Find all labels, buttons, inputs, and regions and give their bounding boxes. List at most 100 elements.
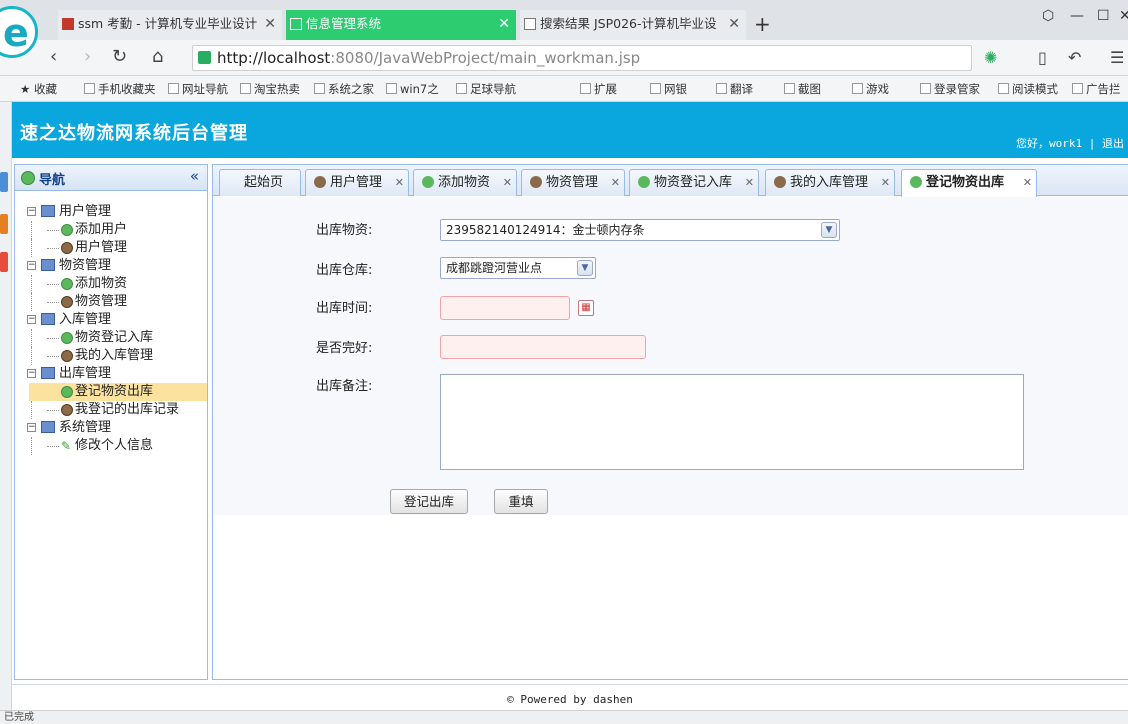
nav-group-inbound[interactable]: − 入库管理 <box>25 311 207 329</box>
add-icon <box>61 386 73 398</box>
bookmark-item[interactable]: 翻译 <box>716 81 753 97</box>
nav-item-my-inbound[interactable]: 我的入库管理 <box>25 347 207 365</box>
tab-close-icon[interactable]: ✕ <box>498 10 510 38</box>
undo-icon[interactable]: ↶ <box>1068 48 1081 67</box>
collapse-toggle-icon[interactable]: − <box>27 315 36 324</box>
nav-item-add-user[interactable]: 添加用户 <box>25 221 207 239</box>
computer-icon <box>41 421 55 433</box>
browser-tab-2[interactable]: 信息管理系统 ✕ <box>286 10 516 40</box>
tab-register-inbound[interactable]: 物资登记入库 ✕ <box>629 169 759 196</box>
back-icon[interactable]: ‹ <box>50 46 57 67</box>
material-value: 239582140124914：金士顿内存条 <box>446 223 645 237</box>
tab-close-icon[interactable]: ✕ <box>395 170 404 195</box>
close-window-icon[interactable]: ✕ <box>1119 8 1128 24</box>
collapse-toggle-icon[interactable]: − <box>27 261 36 270</box>
nav-group-system[interactable]: − 系统管理 <box>25 419 207 437</box>
collapse-toggle-icon[interactable]: − <box>27 423 36 432</box>
submit-outbound-button[interactable]: 登记出库 <box>390 489 468 514</box>
computer-icon <box>41 367 55 379</box>
add-icon <box>910 176 922 188</box>
bookmark-item[interactable]: 系统之家 <box>314 81 374 97</box>
nav-item-user-manage[interactable]: 用户管理 <box>25 239 207 257</box>
bookmark-item[interactable]: 扩展 <box>580 81 617 97</box>
nav-item-label: 添加物资 <box>75 276 128 291</box>
bookmark-item[interactable]: 游戏 <box>852 81 889 97</box>
logout-link[interactable]: 退出 <box>1102 137 1124 150</box>
bookmark-item[interactable]: 阅读模式 <box>998 81 1058 97</box>
bookmark-item[interactable]: 网址导航 <box>168 81 228 97</box>
bookmark-item[interactable]: 登录管家 <box>920 81 980 97</box>
browser-tab-1[interactable]: ssm 考勤 - 计算机专业毕业设计 ✕ <box>58 10 282 40</box>
warehouse-select[interactable]: 成都跳蹬河营业点 ▼ <box>440 257 596 279</box>
chevron-down-icon[interactable]: ▼ <box>821 222 837 238</box>
calendar-icon[interactable]: ▦ <box>578 300 594 316</box>
reset-button[interactable]: 重填 <box>494 489 548 514</box>
nav-item-edit-profile[interactable]: ✎ 修改个人信息 <box>25 437 207 455</box>
nav-item-label: 登记物资出库 <box>75 384 154 399</box>
tab-close-icon[interactable]: ✕ <box>745 170 754 195</box>
tab-user-manage[interactable]: 用户管理 ✕ <box>305 169 409 196</box>
bookmark-item[interactable]: 广告拦 <box>1072 81 1121 97</box>
menu-icon[interactable]: ☰ <box>1110 48 1124 67</box>
browser-tab-label: 信息管理系统 <box>306 16 382 31</box>
user-icon <box>61 296 73 308</box>
tree-line <box>47 230 59 231</box>
tab-home[interactable]: 起始页 <box>219 169 301 196</box>
add-icon <box>61 278 73 290</box>
speed-icon[interactable]: ✺ <box>984 48 997 67</box>
nav-item-my-outbound[interactable]: 我登记的出库记录 <box>25 401 207 419</box>
bookmark-item[interactable]: 淘宝热卖 <box>240 81 300 97</box>
bookmark-item[interactable]: 网银 <box>650 81 687 97</box>
nav-group-outbound[interactable]: − 出库管理 <box>25 365 207 383</box>
sidebar-app-icon[interactable] <box>0 252 8 272</box>
note-textarea[interactable] <box>440 374 1024 470</box>
tab-close-icon[interactable]: ✕ <box>503 170 512 195</box>
tab-close-icon[interactable]: ✕ <box>611 170 620 195</box>
tab-label: 起始页 <box>244 175 284 190</box>
nav-group-users[interactable]: − 用户管理 <box>25 203 207 221</box>
tree-line <box>31 437 32 455</box>
tab-close-icon[interactable]: ✕ <box>1023 170 1032 195</box>
tab-close-icon[interactable]: ✕ <box>728 10 740 38</box>
minimize-icon[interactable]: — <box>1070 8 1084 24</box>
skin-icon[interactable]: ⬡ <box>1042 8 1054 24</box>
collapse-icon[interactable]: « <box>190 167 199 185</box>
nav-item-material-manage[interactable]: 物资管理 <box>25 293 207 311</box>
bookmark-item[interactable]: 手机收藏夹 <box>84 81 156 97</box>
nav-item-add-material[interactable]: 添加物资 <box>25 275 207 293</box>
reload-icon[interactable]: ↻ <box>112 46 127 67</box>
collapse-toggle-icon[interactable]: − <box>27 369 36 378</box>
nav-item-register-outbound[interactable]: 登记物资出库 <box>29 383 207 401</box>
tab-register-outbound[interactable]: 登记物资出库 ✕ <box>901 169 1037 197</box>
maximize-icon[interactable]: ☐ <box>1097 8 1110 24</box>
nav-item-register-inbound[interactable]: 物资登记入库 <box>25 329 207 347</box>
forward-icon[interactable]: › <box>84 46 91 67</box>
sidebar-app-icon[interactable] <box>0 214 8 234</box>
tab-close-icon[interactable]: ✕ <box>264 10 276 38</box>
tab-my-inbound[interactable]: 我的入库管理 ✕ <box>765 169 895 196</box>
sidebar-app-icon[interactable] <box>0 172 8 192</box>
nav-tree: − 用户管理 添加用户 用户管理 − 物资管理 添加物资 物资管理 − 入库管理… <box>25 203 207 455</box>
bookmark-item[interactable]: 足球导航 <box>456 81 516 97</box>
tree-line <box>31 221 32 239</box>
home-icon[interactable]: ⌂ <box>152 46 163 67</box>
bookmark-item[interactable]: 截图 <box>784 81 821 97</box>
nav-group-materials[interactable]: − 物资管理 <box>25 257 207 275</box>
pencil-icon: ✎ <box>61 439 72 453</box>
tab-close-icon[interactable]: ✕ <box>881 170 890 195</box>
content-panel: 起始页 用户管理 ✕ 添加物资 ✕ 物资管理 ✕ 物资登记入库 ✕ 我的入库管理… <box>212 164 1128 680</box>
collapse-toggle-icon[interactable]: − <box>27 207 36 216</box>
new-tab-icon[interactable]: + <box>754 12 771 36</box>
bookmark-icon[interactable]: ▯ <box>1038 48 1047 67</box>
browser-tab-3[interactable]: 搜索结果 JSP026-计算机毕业设 ✕ <box>520 10 746 40</box>
material-select[interactable]: 239582140124914：金士顿内存条 ▼ <box>440 219 840 241</box>
bookmark-item[interactable]: win7之 <box>386 81 439 97</box>
condition-input[interactable] <box>440 335 646 359</box>
tab-material-manage[interactable]: 物资管理 ✕ <box>521 169 625 196</box>
chevron-down-icon[interactable]: ▼ <box>577 260 593 276</box>
tab-add-material[interactable]: 添加物资 ✕ <box>413 169 517 196</box>
nav-item-label: 物资登记入库 <box>75 330 154 345</box>
url-input[interactable]: http://localhost:8080/JavaWebProject/mai… <box>192 45 972 71</box>
bookmark-item[interactable]: ★ 收藏 <box>20 81 57 97</box>
time-input[interactable] <box>440 296 570 320</box>
